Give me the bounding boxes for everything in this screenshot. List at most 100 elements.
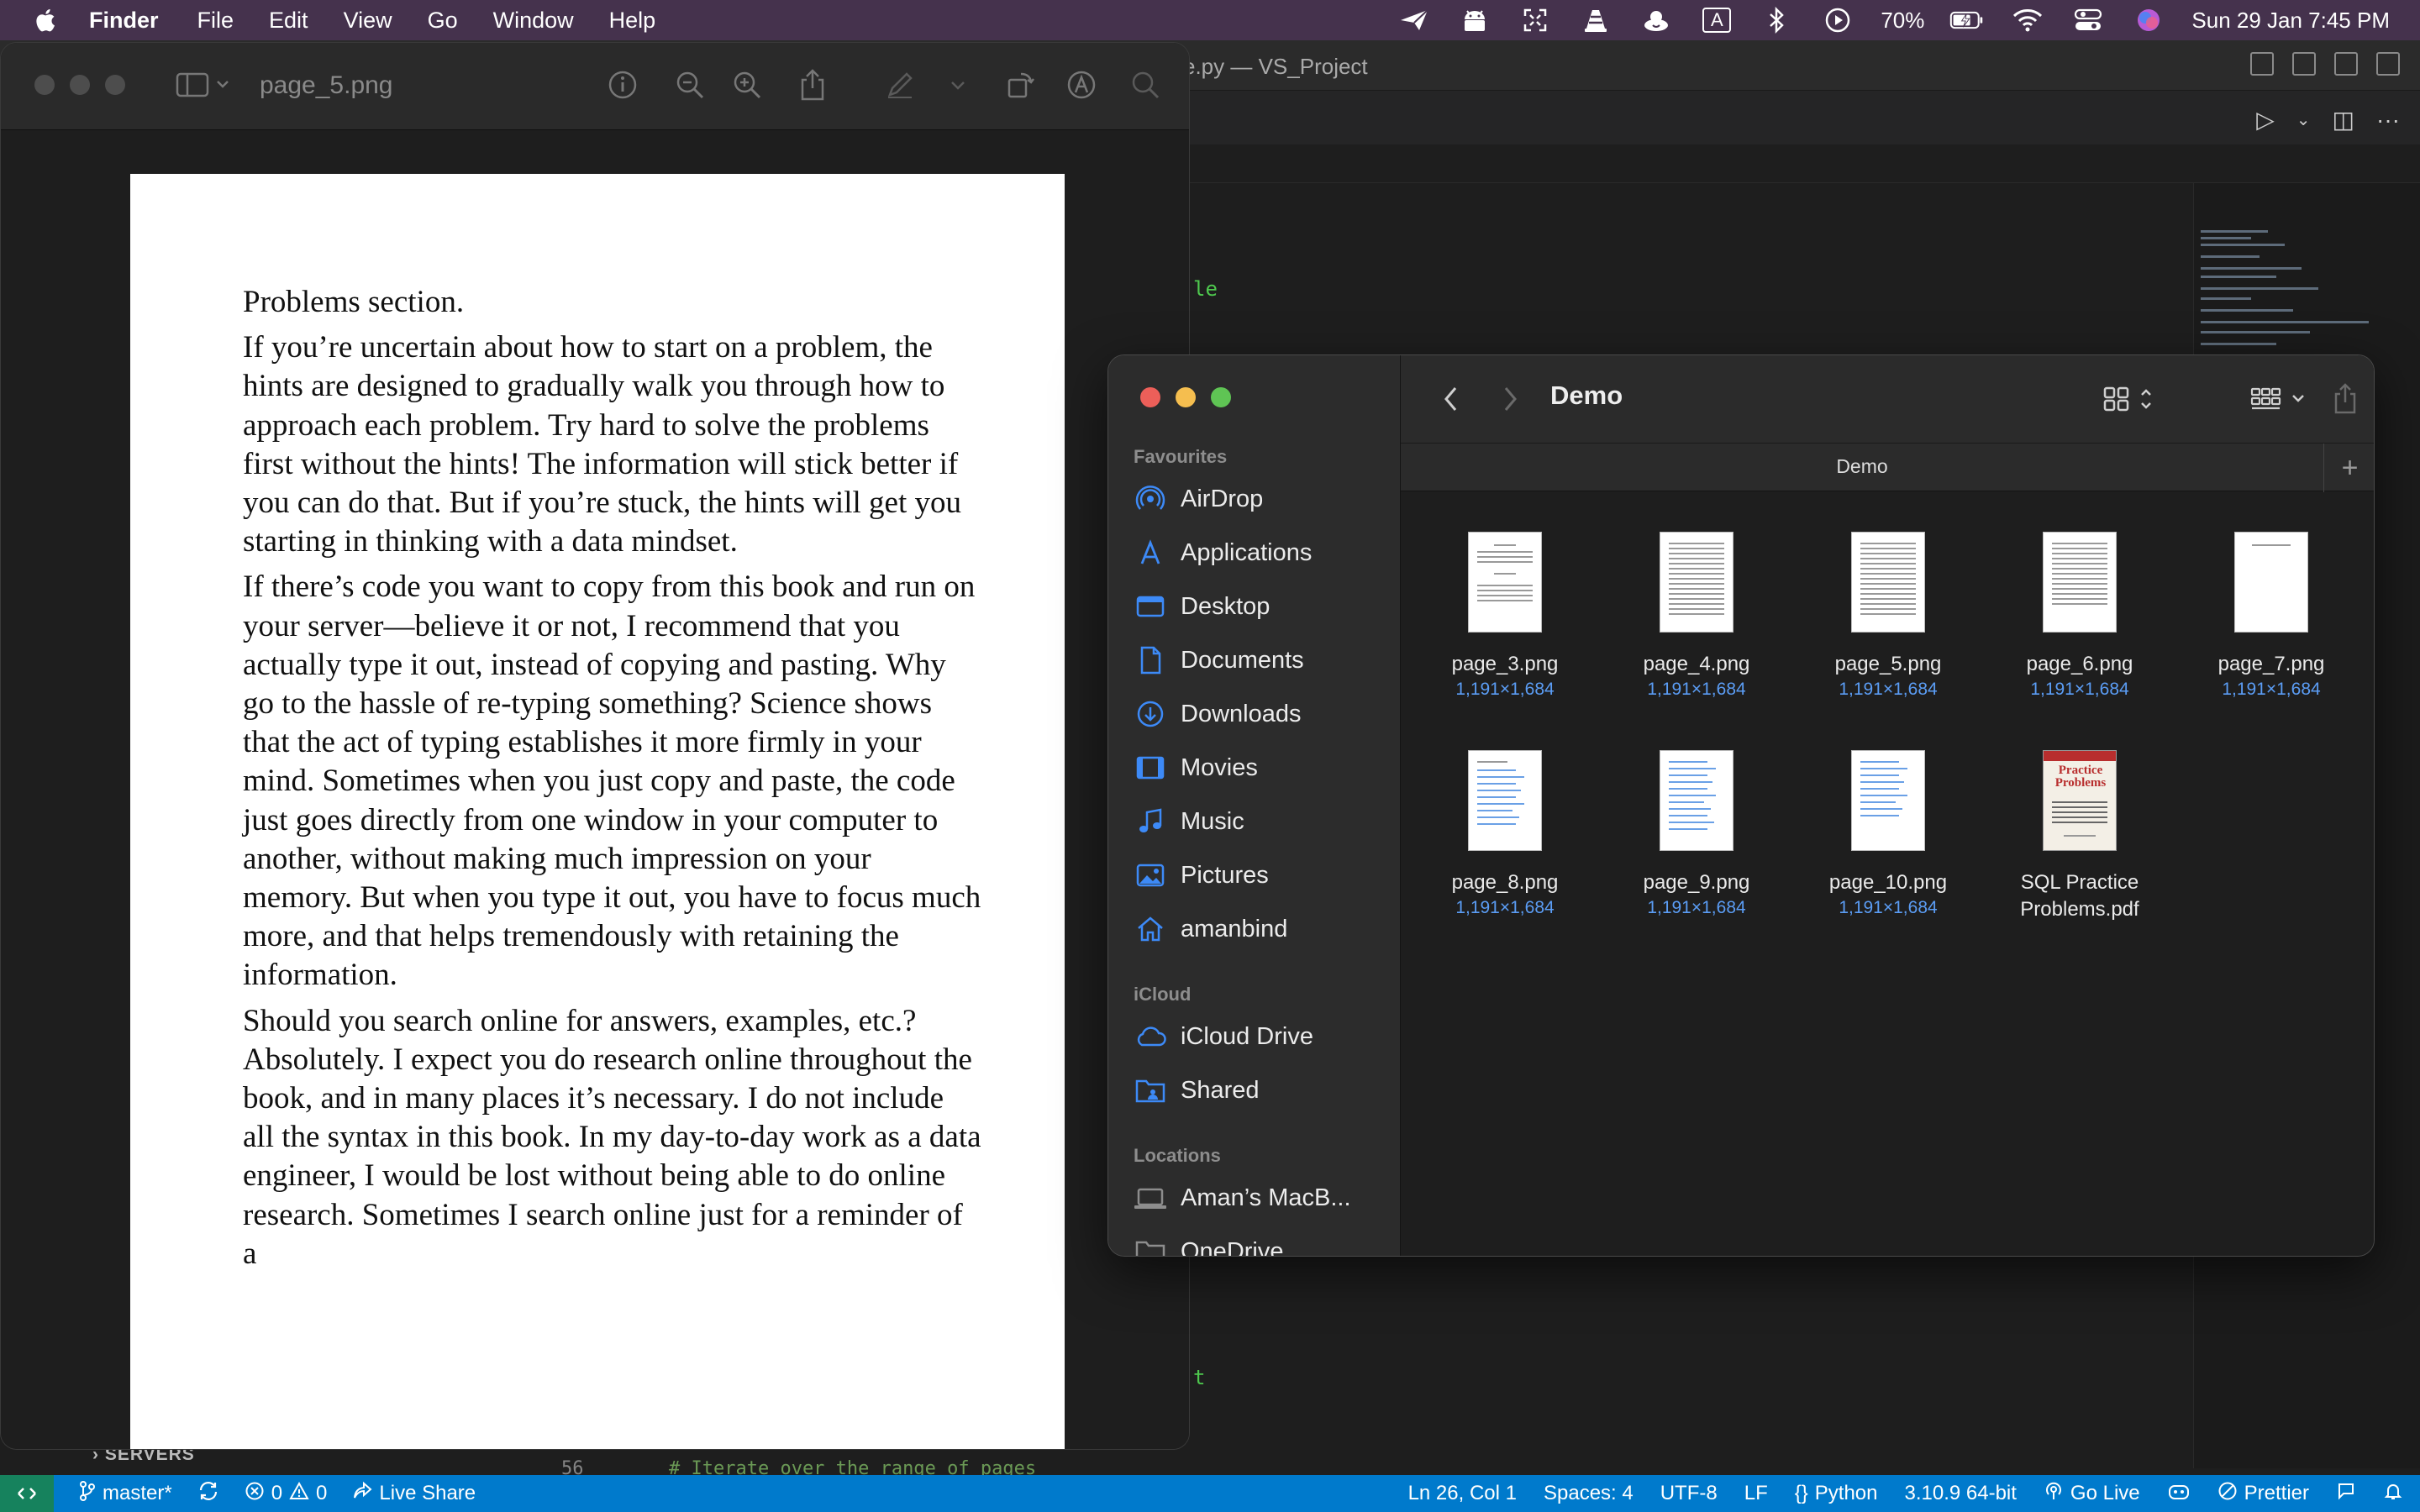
cursor-position[interactable]: Ln 26, Col 1 (1408, 1482, 1517, 1505)
close-button[interactable] (34, 75, 55, 95)
siri-icon[interactable] (2131, 7, 2166, 34)
group-by-icon[interactable] (2249, 381, 2317, 417)
document-viewport[interactable]: Problems section. If you’re uncertain ab… (1, 130, 1189, 1449)
sidebar-item-downloads[interactable]: Downloads (1134, 690, 1301, 738)
menu-app-name[interactable]: Finder (89, 8, 159, 34)
menu-go[interactable]: Go (428, 8, 458, 34)
icon-view-icon[interactable] (2098, 381, 2165, 417)
prettier-button[interactable]: Prettier (2217, 1481, 2309, 1507)
sidebar-item-desktop[interactable]: Desktop (1134, 582, 1270, 631)
file-item[interactable]: page_6.png 1,191×1,684 (1987, 532, 2172, 701)
minimize-button[interactable] (1176, 387, 1196, 407)
markup-pen-icon[interactable] (883, 68, 917, 102)
sidebar-item-shared[interactable]: Shared (1134, 1066, 1260, 1115)
sidebar-item-macbook[interactable]: Aman’s MacB... (1134, 1173, 1351, 1222)
menu-clock[interactable]: Sun 29 Jan 7:45 PM (2191, 8, 2390, 34)
run-dropdown-icon[interactable]: ⌄ (2296, 109, 2311, 130)
run-icon[interactable]: ▷ (2256, 106, 2275, 134)
page-text: Problems section. If you’re uncertain ab… (243, 283, 982, 1280)
sidebar-item-amanbind[interactable]: amanbind (1134, 905, 1287, 953)
new-tab-button[interactable]: + (2323, 444, 2374, 492)
search-icon[interactable] (1128, 68, 1162, 102)
sidebar-item-movies[interactable]: Movies (1134, 743, 1258, 792)
finder-toolbar: Demo (1401, 355, 2374, 443)
folder-icon (1134, 1235, 1167, 1256)
file-item[interactable]: page_10.png 1,191×1,684 (1796, 750, 1981, 920)
indentation[interactable]: Spaces: 4 (1544, 1482, 1634, 1505)
annotate-icon[interactable] (1065, 68, 1098, 102)
file-item[interactable]: page_4.png 1,191×1,684 (1604, 532, 1789, 701)
android-icon[interactable] (1457, 7, 1492, 34)
git-branch[interactable]: master* (79, 1480, 172, 1508)
play-circle-icon[interactable] (1820, 7, 1855, 34)
file-item[interactable]: page_9.png 1,191×1,684 (1604, 750, 1789, 920)
live-share-button[interactable]: Live Share (352, 1481, 476, 1507)
file-item[interactable]: page_8.png 1,191×1,684 (1413, 750, 1597, 920)
zoom-button[interactable] (105, 75, 125, 95)
go-live-button[interactable]: Go Live (2044, 1481, 2140, 1507)
rotate-icon[interactable] (1004, 68, 1038, 102)
customize-layout-icon[interactable] (2376, 52, 2400, 76)
menu-edit[interactable]: Edit (269, 8, 308, 34)
sidebar-item-label: Desktop (1181, 592, 1270, 620)
python-interpreter[interactable]: 3.10.9 64-bit (1904, 1482, 2016, 1505)
zoom-in-icon[interactable] (730, 68, 764, 102)
split-editor-icon[interactable]: ◫ (2333, 106, 2354, 134)
cloud-icon[interactable] (1639, 7, 1674, 34)
remote-indicator-icon[interactable] (0, 1475, 54, 1512)
more-actions-icon[interactable]: ··· (2376, 107, 2400, 134)
sidebar-toggle-icon[interactable] (169, 68, 236, 102)
path-label[interactable]: Demo (1401, 455, 2323, 478)
menu-window[interactable]: Window (493, 8, 574, 34)
minimize-button[interactable] (70, 75, 90, 95)
share-icon[interactable] (2328, 381, 2362, 417)
expand-icon[interactable] (1518, 7, 1553, 34)
close-button[interactable] (1140, 387, 1160, 407)
file-item[interactable]: Practice Problems SQL Practice Problems.… (1987, 750, 2172, 923)
wifi-icon[interactable] (2010, 7, 2045, 34)
sidebar-item-applications[interactable]: Applications (1134, 528, 1312, 577)
markup-dropdown-icon[interactable] (945, 68, 971, 102)
end-of-line[interactable]: LF (1744, 1482, 1768, 1505)
copilot-icon[interactable] (2167, 1481, 2191, 1507)
file-encoding[interactable]: UTF-8 (1660, 1482, 1718, 1505)
file-item[interactable]: page_5.png 1,191×1,684 (1796, 532, 1981, 701)
paper-plane-icon[interactable] (1397, 7, 1432, 34)
battery-charging-icon[interactable] (1949, 7, 1985, 34)
zoom-out-icon[interactable] (673, 68, 707, 102)
sync-button[interactable] (197, 1480, 219, 1508)
control-center-icon[interactable] (2070, 7, 2106, 34)
toggle-panel-icon[interactable] (2292, 52, 2316, 76)
feedback-icon[interactable] (2336, 1481, 2356, 1507)
sidebar-item-airdrop[interactable]: AirDrop (1134, 475, 1263, 523)
sidebar-item-music[interactable]: Music (1134, 797, 1244, 846)
code-fragment: le (1193, 277, 1218, 301)
bluetooth-icon[interactable] (1760, 7, 1795, 34)
share-icon[interactable] (796, 68, 829, 102)
paragraph: If you’re uncertain about how to start o… (243, 330, 961, 559)
vlc-cone-icon[interactable] (1578, 7, 1613, 34)
sidebar-item-documents[interactable]: Documents (1134, 636, 1304, 685)
notifications-bell-icon[interactable] (2383, 1481, 2403, 1507)
menu-view[interactable]: View (344, 8, 392, 34)
document-title[interactable]: page_5.png (260, 71, 393, 100)
file-item[interactable]: page_3.png 1,191×1,684 (1413, 532, 1597, 701)
sidebar-item-icloud-drive[interactable]: iCloud Drive (1134, 1012, 1313, 1061)
back-icon[interactable] (1434, 381, 1468, 417)
problems-indicator[interactable]: 0 0 (245, 1481, 327, 1507)
menu-help[interactable]: Help (609, 8, 656, 34)
zoom-button[interactable] (1211, 387, 1231, 407)
forward-icon[interactable] (1493, 381, 1527, 417)
toggle-sidebar-icon[interactable] (2250, 52, 2274, 76)
info-icon[interactable] (606, 68, 639, 102)
file-item[interactable]: page_7.png 1,191×1,684 (2179, 532, 2364, 701)
apple-logo-icon[interactable] (34, 8, 55, 33)
sidebar-item-onedrive[interactable]: OneDrive (1134, 1227, 1284, 1256)
paragraph: If there’s code you want to copy from th… (243, 570, 981, 993)
toggle-secondary-sidebar-icon[interactable] (2334, 52, 2358, 76)
input-source-icon[interactable]: A (1699, 7, 1734, 34)
sidebar-item-pictures[interactable]: Pictures (1134, 851, 1269, 900)
menu-file[interactable]: File (197, 8, 234, 34)
language-mode[interactable]: {} Python (1795, 1482, 1878, 1505)
file-name: SQL Practice Problems.pdf (2020, 871, 2139, 921)
